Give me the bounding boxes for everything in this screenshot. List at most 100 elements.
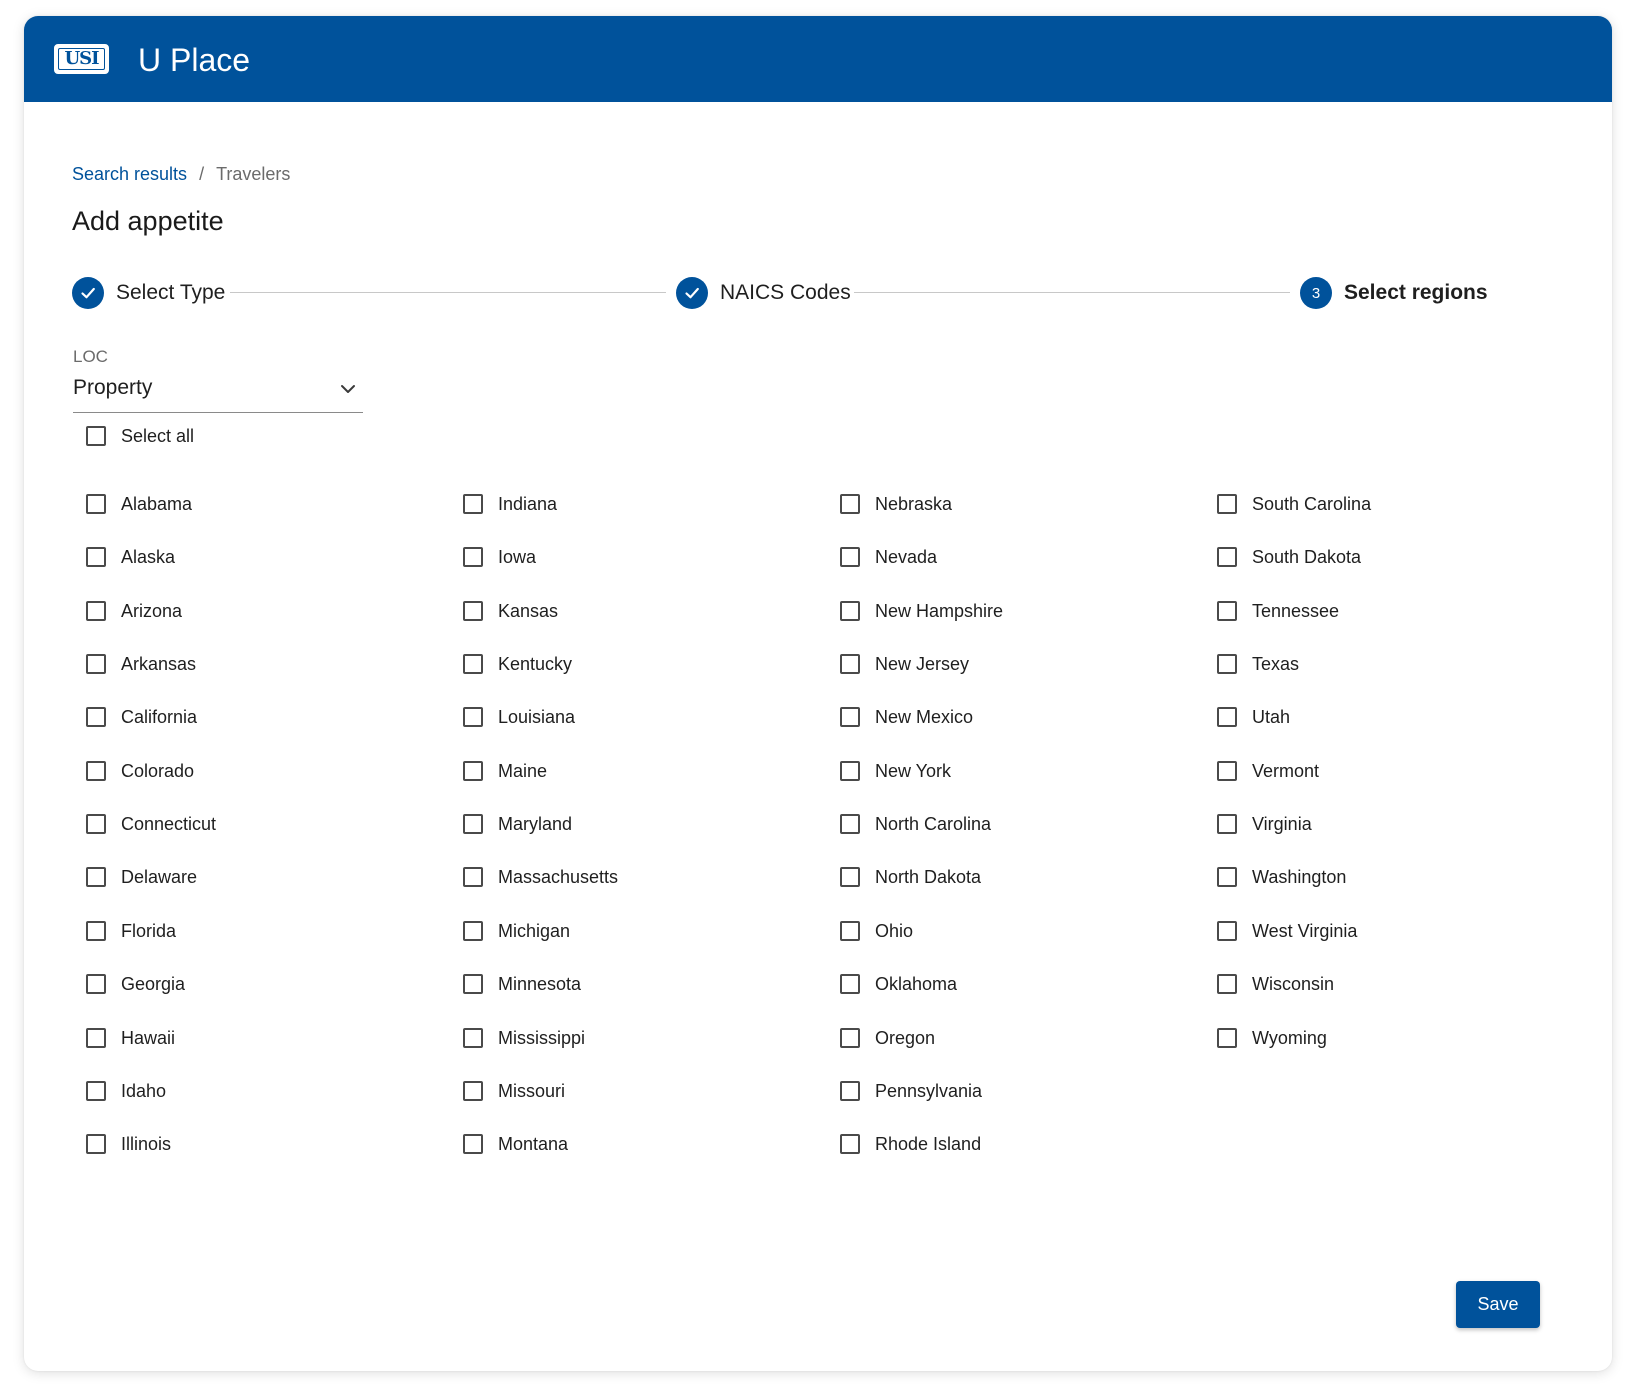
checkbox-box[interactable] (463, 1134, 483, 1154)
checkbox-box[interactable] (840, 1028, 860, 1048)
region-checkbox[interactable]: Maine (463, 757, 547, 785)
checkbox-box[interactable] (840, 921, 860, 941)
region-checkbox[interactable]: Indiana (463, 490, 557, 518)
region-checkbox[interactable]: Arizona (86, 597, 182, 625)
region-checkbox[interactable]: Utah (1217, 703, 1290, 731)
region-checkbox[interactable]: Alaska (86, 543, 175, 571)
region-checkbox[interactable]: Delaware (86, 863, 197, 891)
checkbox-box[interactable] (86, 814, 106, 834)
checkbox-box[interactable] (1217, 1028, 1237, 1048)
region-checkbox[interactable]: Missouri (463, 1077, 565, 1105)
checkbox-box[interactable] (463, 974, 483, 994)
checkbox-box[interactable] (840, 494, 860, 514)
region-checkbox[interactable]: North Dakota (840, 863, 981, 891)
region-checkbox[interactable]: Wyoming (1217, 1024, 1327, 1052)
region-checkbox[interactable]: North Carolina (840, 810, 991, 838)
region-checkbox[interactable]: Montana (463, 1130, 568, 1158)
checkbox-box[interactable] (463, 761, 483, 781)
region-checkbox[interactable]: Pennsylvania (840, 1077, 982, 1105)
checkbox-box[interactable] (86, 761, 106, 781)
checkbox-box[interactable] (463, 867, 483, 887)
region-checkbox[interactable]: Mississippi (463, 1024, 585, 1052)
region-checkbox[interactable]: Illinois (86, 1130, 171, 1158)
checkbox-box[interactable] (1217, 814, 1237, 834)
checkbox-box[interactable] (1217, 867, 1237, 887)
region-checkbox[interactable]: Texas (1217, 650, 1299, 678)
checkbox-box[interactable] (840, 761, 860, 781)
checkbox-box[interactable] (86, 1081, 106, 1101)
region-checkbox[interactable]: West Virginia (1217, 917, 1357, 945)
checkbox-box[interactable] (86, 867, 106, 887)
region-checkbox[interactable]: Nevada (840, 543, 937, 571)
region-checkbox[interactable]: New Hampshire (840, 597, 1003, 625)
step-select-type[interactable]: Select Type (72, 275, 225, 311)
region-checkbox[interactable]: Nebraska (840, 490, 952, 518)
region-checkbox[interactable]: Tennessee (1217, 597, 1339, 625)
region-checkbox[interactable]: Iowa (463, 543, 536, 571)
region-checkbox[interactable]: Virginia (1217, 810, 1312, 838)
checkbox-box[interactable] (463, 921, 483, 941)
region-checkbox[interactable]: Rhode Island (840, 1130, 981, 1158)
checkbox-box[interactable] (1217, 761, 1237, 781)
region-checkbox[interactable]: South Carolina (1217, 490, 1371, 518)
checkbox-box[interactable] (463, 601, 483, 621)
region-checkbox[interactable]: Minnesota (463, 970, 581, 998)
checkbox-box[interactable] (463, 494, 483, 514)
checkbox-box[interactable] (86, 494, 106, 514)
region-checkbox[interactable]: Washington (1217, 863, 1346, 891)
checkbox-box[interactable] (463, 707, 483, 727)
region-checkbox[interactable]: Florida (86, 917, 176, 945)
region-checkbox[interactable]: Louisiana (463, 703, 575, 731)
region-checkbox[interactable]: California (86, 703, 197, 731)
checkbox-box[interactable] (1217, 707, 1237, 727)
region-checkbox[interactable]: Hawaii (86, 1024, 175, 1052)
checkbox-box[interactable] (840, 867, 860, 887)
region-checkbox[interactable]: New Mexico (840, 703, 973, 731)
region-checkbox[interactable]: Ohio (840, 917, 913, 945)
checkbox-box[interactable] (86, 601, 106, 621)
region-checkbox[interactable]: New York (840, 757, 951, 785)
checkbox-box[interactable] (463, 654, 483, 674)
region-checkbox[interactable]: Oregon (840, 1024, 935, 1052)
checkbox-box[interactable] (463, 1081, 483, 1101)
region-checkbox[interactable]: Kansas (463, 597, 558, 625)
checkbox-box[interactable] (840, 601, 860, 621)
step-select-regions[interactable]: 3 Select regions (1300, 275, 1488, 311)
breadcrumb-search-results-link[interactable]: Search results (72, 162, 187, 186)
checkbox-box[interactable] (86, 1028, 106, 1048)
region-checkbox[interactable]: Connecticut (86, 810, 216, 838)
region-checkbox[interactable]: Wisconsin (1217, 970, 1334, 998)
region-checkbox[interactable]: South Dakota (1217, 543, 1361, 571)
checkbox-box[interactable] (1217, 601, 1237, 621)
region-checkbox[interactable]: Colorado (86, 757, 194, 785)
checkbox-box[interactable] (840, 1081, 860, 1101)
checkbox-box[interactable] (86, 921, 106, 941)
checkbox-box[interactable] (840, 654, 860, 674)
checkbox-box[interactable] (463, 547, 483, 567)
usi-logo[interactable]: USI (54, 44, 109, 74)
checkbox-box[interactable] (86, 426, 106, 446)
region-checkbox[interactable]: Georgia (86, 970, 185, 998)
checkbox-box[interactable] (1217, 547, 1237, 567)
region-checkbox[interactable]: Michigan (463, 917, 570, 945)
checkbox-box[interactable] (86, 1134, 106, 1154)
region-checkbox[interactable]: Maryland (463, 810, 572, 838)
region-checkbox[interactable]: Alabama (86, 490, 192, 518)
checkbox-box[interactable] (1217, 654, 1237, 674)
checkbox-box[interactable] (840, 1134, 860, 1154)
region-checkbox[interactable]: Arkansas (86, 650, 196, 678)
checkbox-box[interactable] (840, 547, 860, 567)
checkbox-box[interactable] (86, 707, 106, 727)
region-checkbox[interactable]: Kentucky (463, 650, 572, 678)
checkbox-box[interactable] (86, 547, 106, 567)
region-checkbox[interactable]: Vermont (1217, 757, 1319, 785)
region-checkbox[interactable]: Oklahoma (840, 970, 957, 998)
checkbox-box[interactable] (1217, 974, 1237, 994)
step-naics-codes[interactable]: NAICS Codes (676, 275, 851, 311)
checkbox-box[interactable] (1217, 921, 1237, 941)
checkbox-box[interactable] (463, 1028, 483, 1048)
checkbox-box[interactable] (463, 814, 483, 834)
checkbox-box[interactable] (840, 974, 860, 994)
checkbox-box[interactable] (840, 707, 860, 727)
save-button[interactable]: Save (1456, 1281, 1540, 1328)
